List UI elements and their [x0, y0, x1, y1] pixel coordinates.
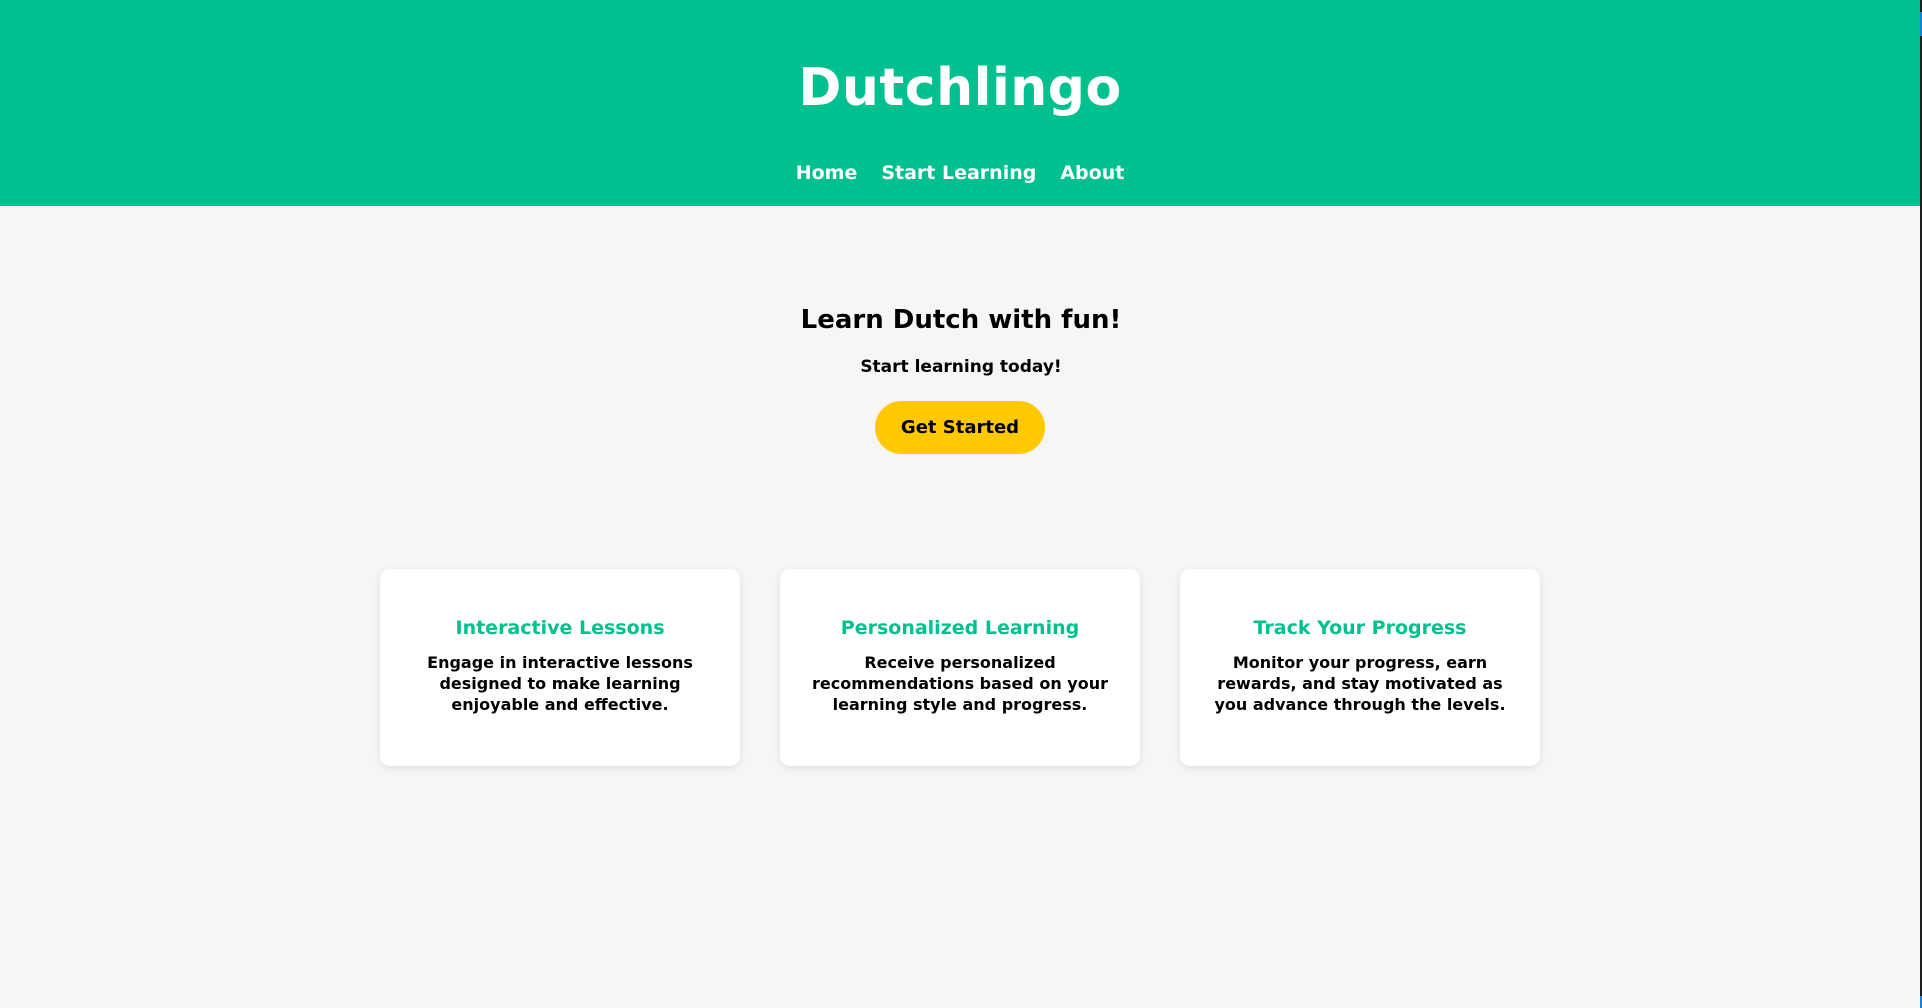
- feature-card-interactive-lessons: Interactive Lessons Engage in interactiv…: [380, 569, 740, 766]
- hero-subtitle: Start learning today!: [860, 357, 1062, 377]
- feature-text: Engage in interactive lessons designed t…: [427, 653, 693, 714]
- feature-title: Track Your Progress: [1253, 617, 1467, 639]
- feature-card-personalized-learning: Personalized Learning Receive personaliz…: [780, 569, 1140, 766]
- get-started-button[interactable]: Get Started: [875, 401, 1045, 454]
- nav-home[interactable]: Home: [796, 162, 858, 184]
- feature-card-track-progress: Track Your Progress Monitor your progres…: [1180, 569, 1540, 766]
- site-header: Dutchlingo Home Start Learning About: [0, 0, 1920, 206]
- main-nav: Home Start Learning About: [0, 162, 1920, 184]
- nav-start-learning[interactable]: Start Learning: [881, 162, 1036, 184]
- feature-text: Monitor your progress, earn rewards, and…: [1214, 653, 1506, 714]
- hero-title: Learn Dutch with fun!: [800, 305, 1122, 335]
- nav-about[interactable]: About: [1060, 162, 1124, 184]
- feature-title: Interactive Lessons: [455, 617, 665, 639]
- site-logo[interactable]: Dutchlingo: [0, 58, 1920, 118]
- feature-title: Personalized Learning: [840, 617, 1080, 639]
- feature-text: Receive personalized recommendations bas…: [812, 653, 1108, 714]
